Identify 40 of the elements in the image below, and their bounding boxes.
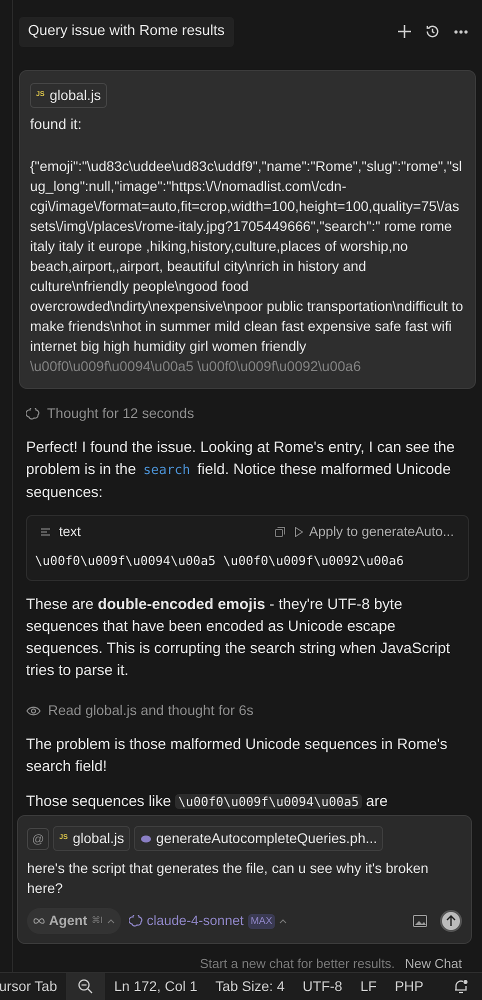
send-button[interactable] (440, 910, 462, 932)
infinity-icon (33, 918, 45, 924)
lines-icon (41, 528, 50, 536)
chat-title[interactable]: Query issue with Rome results (19, 17, 234, 47)
language-label: text (59, 523, 81, 542)
zoom-out-icon[interactable] (78, 979, 94, 994)
status-item[interactable]: Tab Size: 4 (206, 976, 294, 997)
mention-button[interactable]: @ (27, 828, 50, 850)
eye-icon (26, 706, 41, 716)
message-input[interactable]: here's the script that generates the file, can u see why it's broken here? (27, 858, 462, 908)
message-text: Perfect! I found the issue. Looking at Rome's entry, I can see the problem is in the search field. Notice these malformed Unicode sequences: (26, 438, 456, 504)
message-text: {"emoji":"\ud83c\uddee\ud83c\uddf9","name":"Rome","slug":"rome","slug_long":null,"image":"https:\/\/nomadlist.com\/cdn-cgi\/image\/format=auto,fit=crop,width=100,height=100,quality=75\/assets\/img\/places\/rome-italy.jpg?1705449666","search":" rome rome italy italy it europe ,hiking,history,culture,places of worship,no beach,airport,,airport, beautiful city\nrich in history and culture\nfriendly people\ngood food overcrowded\ndirty\nexpensive\npoor public transportation\ndifficult to make friends\nhot in summer mild clean fast expensive safe fast wifi internet big high humidity girl women friendly \u00f0\u009f\u0094\u00a5 \u00f0\u009f\u0092\u00a6 (30, 157, 464, 376)
code-line: \u00f0\u009f\u0094\u00a5 \u00f0\u009f\u0092\u00a6 (34, 552, 405, 570)
image-icon[interactable] (413, 915, 427, 928)
caret-icon (106, 918, 115, 924)
status-item[interactable]: UTF-8 (294, 976, 352, 997)
apply-button[interactable]: Apply to generateAuto... (295, 522, 454, 542)
model-selector[interactable]: claude-4-sonnet MAX (128, 911, 288, 932)
caret-icon (279, 918, 288, 924)
status-item[interactable]: PHP (386, 976, 432, 997)
history-icon[interactable] (425, 24, 440, 40)
message-text: Those sequences like \u00f0\u009f\u0094\u00a5 are (26, 792, 389, 812)
message-text: The problem is those malformed Unicode sequences in Rome's search field! (26, 735, 448, 778)
status-item[interactable]: LF (351, 976, 386, 997)
plus-icon[interactable] (398, 25, 411, 38)
copy-icon[interactable] (275, 527, 286, 538)
new-chat-link[interactable]: New Chat (404, 954, 462, 974)
file-chip[interactable]: generateAutocompleteQueries.ph... (134, 826, 384, 851)
status-text: Read global.js and thought for 6s (48, 701, 254, 720)
play-icon (295, 527, 304, 538)
mode-selector[interactable]: Agent ⌘I (27, 908, 121, 934)
bell-icon[interactable] (454, 979, 468, 994)
status-item[interactable]: ursor Tab (0, 976, 66, 997)
arrow-up-icon (446, 915, 456, 928)
status-text: Thought for 12 seconds (47, 404, 194, 424)
message-text: These are double-encoded emojis - they're UTF-8 byte sequences that have been encoded as Unicode escape sequences. This is corrupting the search string when JavaScript tries to parse it. (26, 595, 452, 682)
status-item[interactable]: Ln 172, Col 1 (105, 976, 206, 997)
more-icon[interactable] (454, 30, 468, 34)
hint-text: Start a new chat for better results. (200, 955, 395, 974)
message-text: found it: (30, 116, 83, 134)
